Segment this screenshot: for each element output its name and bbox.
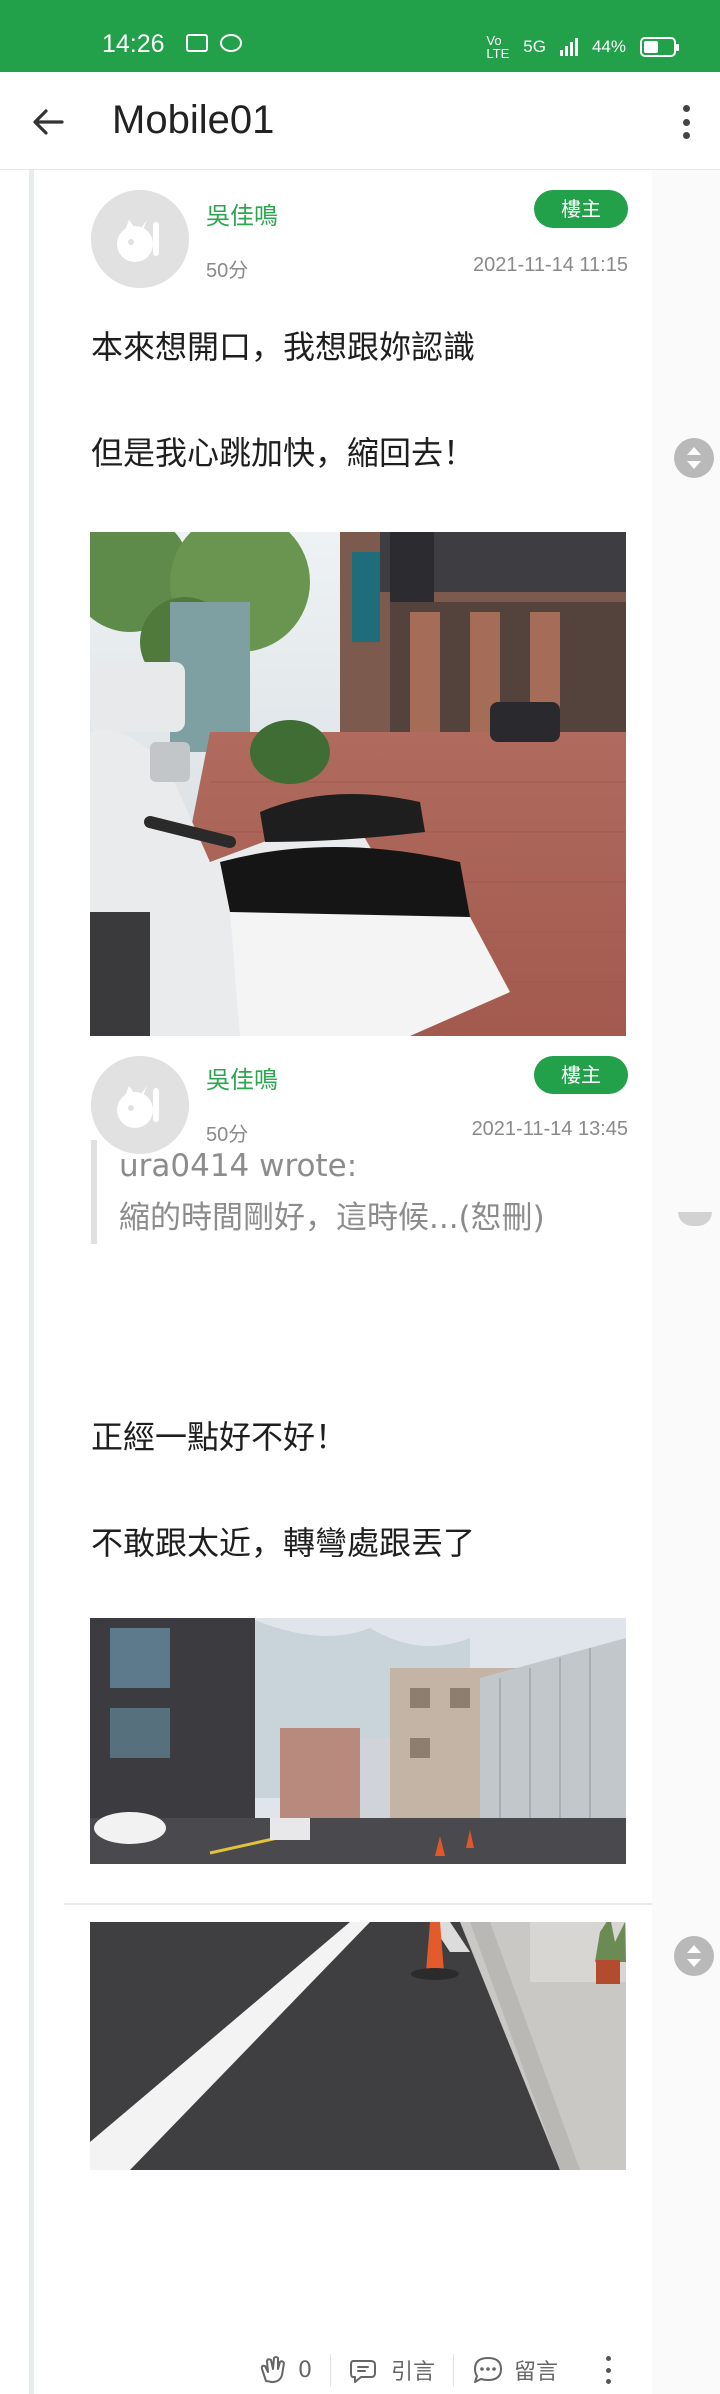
post-date: 2021-11-14 13:45: [471, 1118, 628, 1140]
messenger-icon: [220, 34, 242, 52]
author-name[interactable]: 吳佳鳴: [206, 1060, 278, 1095]
op-badge: 樓主: [534, 190, 628, 228]
more-vertical-icon[interactable]: [596, 2352, 620, 2388]
post-divider: [64, 1903, 652, 1905]
quote-author: ura0414 wrote:: [119, 1148, 358, 1184]
volte-icon: Vo LTE: [486, 33, 510, 61]
comment-icon: [474, 2357, 503, 2383]
post-card: 吳佳鳴 50分 樓主 2021-11-14 11:15 本來想開口，我想跟妳認識…: [64, 190, 652, 1036]
scroll-handle[interactable]: [674, 438, 714, 478]
status-bar: 14:26 Vo LTE 5G 44%: [0, 0, 720, 72]
network-label: 5G: [523, 37, 546, 56]
comment-label: 留言: [514, 2360, 559, 2385]
street-photo-bottom: [90, 1922, 626, 2170]
quote-icon: [350, 2360, 376, 2383]
post-card: 吳佳鳴 50分 樓主 2021-11-14 13:45 ura0414 wrot…: [64, 1056, 652, 2334]
quote-label: 引言: [391, 2360, 436, 2385]
street-photo-top: [90, 1618, 626, 1864]
post-paragraph: 不敢跟太近，轉彎處跟丟了: [91, 1524, 476, 1562]
notification-icon: [186, 34, 208, 52]
more-vertical-icon[interactable]: [674, 102, 698, 142]
battery-label: 44%: [591, 37, 626, 56]
post-photo[interactable]: [90, 532, 626, 1036]
avatar-icon: [91, 190, 189, 288]
status-indicators: Vo LTE 5G 44%: [486, 33, 679, 61]
scroll-handle[interactable]: [674, 1936, 714, 1976]
quote-text[interactable]: 縮的時間剛好，這時候...(恕刪): [119, 1192, 621, 1244]
post-actions: 0 引言 留言: [240, 2348, 620, 2392]
status-notification-icons: [186, 34, 242, 52]
signal-icon: [559, 38, 578, 56]
post-photo[interactable]: [90, 1618, 626, 1864]
author-level: 50分: [206, 260, 249, 282]
quote-block: ura0414 wrote: 縮的時間剛好，這時候...(恕刪): [91, 1140, 621, 1244]
op-badge: 樓主: [534, 1056, 628, 1094]
comment-button[interactable]: 留言: [453, 2354, 576, 2386]
post-photo[interactable]: [90, 1922, 626, 2170]
post-paragraph: 但是我心跳加快，縮回去！: [91, 434, 476, 472]
like-button[interactable]: 0: [240, 2355, 330, 2385]
quote-button[interactable]: 引言: [330, 2354, 453, 2386]
scooter-photo: [90, 532, 626, 1036]
back-button[interactable]: [28, 102, 68, 142]
status-time: 14:26: [102, 30, 165, 58]
clap-icon: [260, 2356, 285, 2383]
post-paragraph: 本來想開口，我想跟妳認識: [91, 328, 476, 366]
post-paragraph: 正經一點好不好！: [91, 1418, 348, 1456]
right-gutter: [652, 170, 720, 2394]
thread-line: [29, 170, 34, 2394]
avatar[interactable]: [91, 190, 189, 288]
app-title: Mobile01: [112, 98, 275, 142]
app-bar: Mobile01: [0, 72, 720, 170]
author-name[interactable]: 吳佳鳴: [206, 196, 278, 231]
battery-icon: [640, 37, 679, 57]
like-count: 0: [298, 2357, 312, 2383]
post-date: 2021-11-14 11:15: [473, 254, 628, 276]
arrow-left-icon: [33, 109, 64, 135]
